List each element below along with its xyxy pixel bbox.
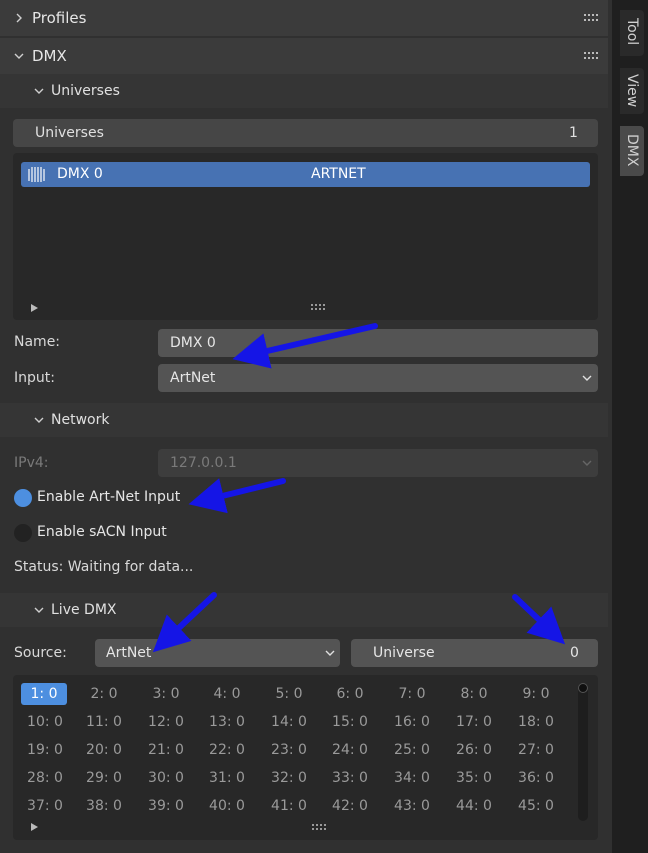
annotation-arrows xyxy=(152,323,566,653)
arrow-to-source-dropdown xyxy=(152,592,217,653)
arrow-to-universe-value xyxy=(512,594,566,645)
arrow-to-artnet-toggle xyxy=(188,478,286,514)
arrow-to-name-field xyxy=(232,323,378,369)
